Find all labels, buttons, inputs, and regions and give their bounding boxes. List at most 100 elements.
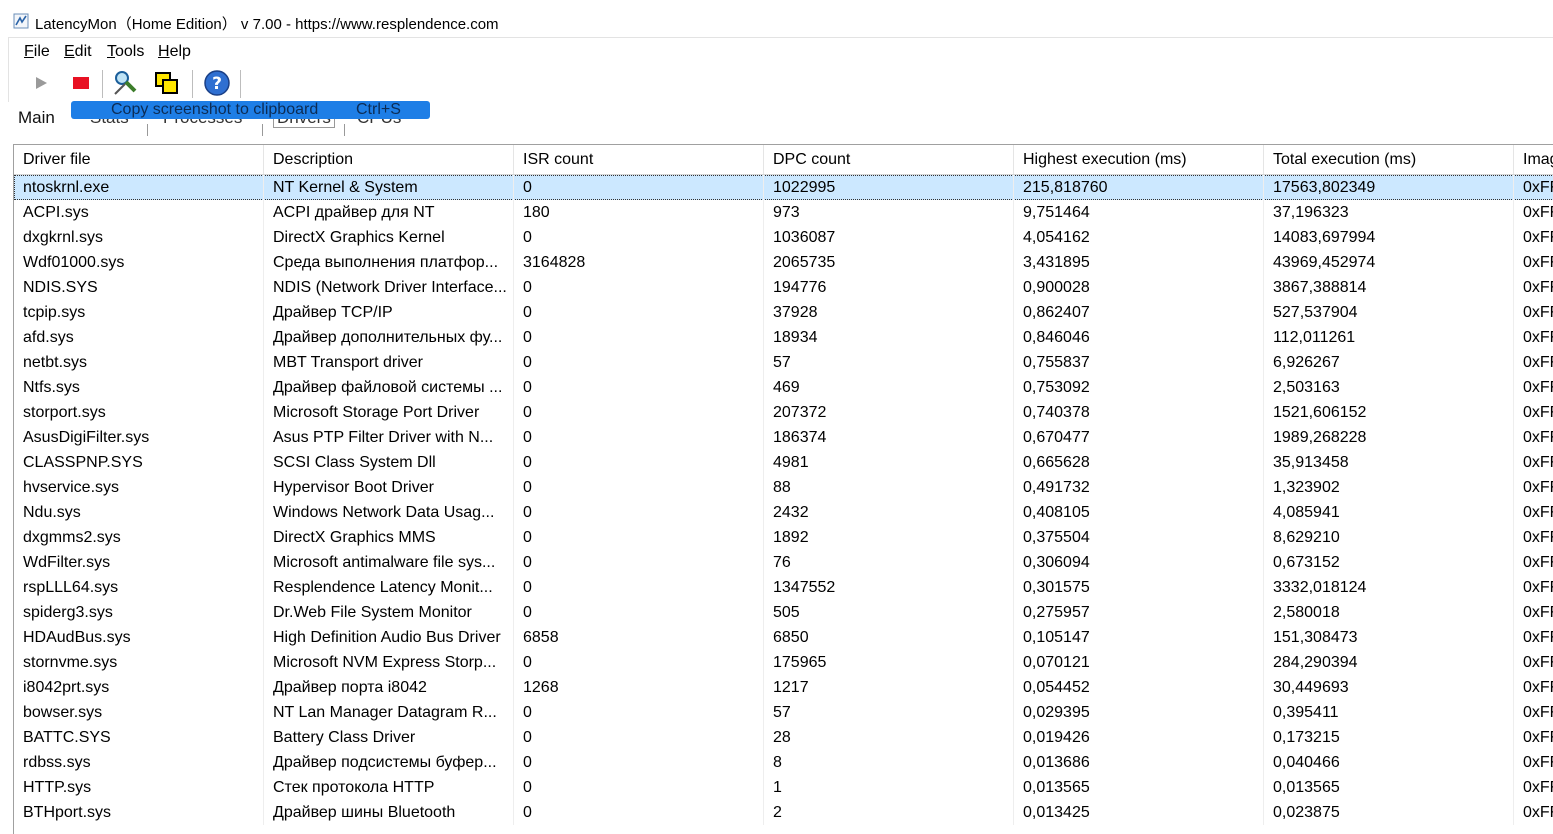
menu-edit[interactable]: Edit xyxy=(64,43,92,61)
table-row[interactable]: stornvme.sys Microsoft NVM Express Storp.… xyxy=(14,650,1553,675)
copy-windows-icon xyxy=(154,70,180,101)
dpc-count-cell: 194776 xyxy=(764,275,1014,300)
description-cell: High Definition Audio Bus Driver xyxy=(264,625,514,650)
col-dpc-count-header[interactable]: DPC count xyxy=(764,145,1014,174)
menu-file[interactable]: File xyxy=(24,43,50,61)
dpc-count-cell: 28 xyxy=(764,725,1014,750)
table-row[interactable]: i8042prt.sys Драйвер порта i8042 1268 1217 0… xyxy=(14,675,1553,700)
copy-screenshot-button[interactable] xyxy=(154,72,180,98)
table-row[interactable]: afd.sys Драйвер дополнительных фу... 0 1893… xyxy=(14,325,1553,350)
image-cell: 0xFF xyxy=(1514,750,1553,775)
copy-screenshot-popup-item[interactable]: Copy screenshot to clipboard Ctrl+S xyxy=(71,101,430,119)
image-cell: 0xFF xyxy=(1514,650,1553,675)
dpc-count-cell: 4981 xyxy=(764,450,1014,475)
table-row[interactable]: rdbss.sys Драйвер подсистемы буфер... 0 8 0,… xyxy=(14,750,1553,775)
table-row[interactable]: WdFilter.sys Microsoft antimalware file s… xyxy=(14,550,1553,575)
menu-help[interactable]: Help xyxy=(158,43,191,61)
image-cell: 0xFF xyxy=(1514,275,1553,300)
driver-file-cell: storport.sys xyxy=(14,400,264,425)
table-row[interactable]: CLASSPNP.SYS SCSI Class System Dll 0 4981 0,… xyxy=(14,450,1553,475)
tab-divider xyxy=(147,124,148,136)
description-cell: Драйвер файловой системы ... xyxy=(264,375,514,400)
tab-divider xyxy=(262,124,263,136)
dpc-count-cell: 207372 xyxy=(764,400,1014,425)
isr-count-cell: 0 xyxy=(514,800,764,825)
table-row[interactable]: Wdf01000.sys Среда выполнения платфор... 3… xyxy=(14,250,1553,275)
stop-button[interactable] xyxy=(68,72,94,98)
popup-label: Copy screenshot to clipboard xyxy=(111,101,318,119)
table-row[interactable]: HDAudBus.sys High Definition Audio Bus Dr… xyxy=(14,625,1553,650)
highest-execution-cell: 0,013686 xyxy=(1014,750,1264,775)
table-row[interactable]: NDIS.SYS NDIS (Network Driver Interface..… xyxy=(14,275,1553,300)
drivers-table[interactable]: Driver file Description ISR count DPC count… xyxy=(13,144,1553,834)
table-row[interactable]: Ntfs.sys Драйвер файловой системы ... 0 469… xyxy=(14,375,1553,400)
driver-file-cell: stornvme.sys xyxy=(14,650,264,675)
help-button[interactable]: ? xyxy=(204,72,230,98)
description-cell: Драйвер подсистемы буфер... xyxy=(264,750,514,775)
col-driver-file-header[interactable]: Driver file xyxy=(14,145,264,174)
description-cell: NDIS (Network Driver Interface... xyxy=(264,275,514,300)
highest-execution-cell: 0,755837 xyxy=(1014,350,1264,375)
table-row[interactable]: dxgmms2.sys DirectX Graphics MMS 0 1892 0,37… xyxy=(14,525,1553,550)
table-row[interactable]: HTTP.sys Стек протокола HTTP 0 1 0,013565 0,0… xyxy=(14,775,1553,800)
table-row[interactable]: tcpip.sys Драйвер TCP/IP 0 37928 0,862407 527… xyxy=(14,300,1553,325)
dpc-count-cell: 1022995 xyxy=(764,175,1014,200)
description-cell: Windows Network Data Usag... xyxy=(264,500,514,525)
highest-execution-cell: 0,105147 xyxy=(1014,625,1264,650)
image-cell: 0xFF xyxy=(1514,500,1553,525)
table-row[interactable]: AsusDigiFilter.sys Asus PTP Filter Driver… xyxy=(14,425,1553,450)
driver-file-cell: NDIS.SYS xyxy=(14,275,264,300)
help-question-icon: ? xyxy=(204,70,230,101)
table-row[interactable]: BATTC.SYS Battery Class Driver 0 28 0,019426… xyxy=(14,725,1553,750)
highest-execution-cell: 0,013565 xyxy=(1014,775,1264,800)
driver-file-cell: CLASSPNP.SYS xyxy=(14,450,264,475)
driver-file-cell: BATTC.SYS xyxy=(14,725,264,750)
isr-count-cell: 0 xyxy=(514,550,764,575)
image-cell: 0xFF xyxy=(1514,375,1553,400)
highest-execution-cell: 3,431895 xyxy=(1014,250,1264,275)
table-row[interactable]: ACPI.sys ACPI драйвер для NT 180 973 9,75146… xyxy=(14,200,1553,225)
image-cell: 0xFF xyxy=(1514,800,1553,825)
dpc-count-cell: 2065735 xyxy=(764,250,1014,275)
highest-execution-cell: 0,665628 xyxy=(1014,450,1264,475)
highest-execution-cell: 0,375504 xyxy=(1014,525,1264,550)
col-description-header[interactable]: Description xyxy=(264,145,514,174)
col-total-execution-header[interactable]: Total execution (ms) xyxy=(1264,145,1514,174)
highest-execution-cell: 4,054162 xyxy=(1014,225,1264,250)
table-row[interactable]: spiderg3.sys Dr.Web File System Monitor 0 5… xyxy=(14,600,1553,625)
col-image-header[interactable]: Image xyxy=(1514,145,1553,174)
tools-button[interactable] xyxy=(113,72,139,98)
total-execution-cell: 14083,697994 xyxy=(1264,225,1514,250)
col-isr-count-header[interactable]: ISR count xyxy=(514,145,764,174)
dpc-count-cell: 973 xyxy=(764,200,1014,225)
window-title: LatencyMon（Home Edition） v 7.00 - https:… xyxy=(35,13,499,34)
image-cell: 0xFF xyxy=(1514,250,1553,275)
tab-main[interactable]: Main xyxy=(18,108,55,128)
image-cell: 0xFF xyxy=(1514,700,1553,725)
menu-tools[interactable]: Tools xyxy=(107,43,144,61)
table-row[interactable]: hvservice.sys Hypervisor Boot Driver 0 88 0,… xyxy=(14,475,1553,500)
driver-file-cell: afd.sys xyxy=(14,325,264,350)
start-button[interactable] xyxy=(28,72,54,98)
table-row[interactable]: storport.sys Microsoft Storage Port Drive… xyxy=(14,400,1553,425)
table-row[interactable]: Ndu.sys Windows Network Data Usag... 0 2432… xyxy=(14,500,1553,525)
table-row[interactable]: BTHport.sys Драйвер шины Bluetooth 0 2 0,013… xyxy=(14,800,1553,825)
table-row[interactable]: netbt.sys MBT Transport driver 0 57 0,755837… xyxy=(14,350,1553,375)
total-execution-cell: 35,913458 xyxy=(1264,450,1514,475)
image-cell: 0xFF xyxy=(1514,625,1553,650)
table-row[interactable]: dxgkrnl.sys DirectX Graphics Kernel 0 10360… xyxy=(14,225,1553,250)
highest-execution-cell: 0,753092 xyxy=(1014,375,1264,400)
isr-count-cell: 0 xyxy=(514,425,764,450)
highest-execution-cell: 0,740378 xyxy=(1014,400,1264,425)
description-cell: NT Kernel & System xyxy=(264,175,514,200)
table-row[interactable]: rspLLL64.sys Resplendence Latency Monit..… xyxy=(14,575,1553,600)
highest-execution-cell: 0,670477 xyxy=(1014,425,1264,450)
dpc-count-cell: 88 xyxy=(764,475,1014,500)
total-execution-cell: 0,673152 xyxy=(1264,550,1514,575)
description-cell: NT Lan Manager Datagram R... xyxy=(264,700,514,725)
table-row[interactable]: bowser.sys NT Lan Manager Datagram R... 0 5… xyxy=(14,700,1553,725)
tab-divider xyxy=(344,124,345,136)
col-highest-execution-header[interactable]: Highest execution (ms) xyxy=(1014,145,1264,174)
description-cell: Драйвер дополнительных фу... xyxy=(264,325,514,350)
table-row[interactable]: ntoskrnl.exe NT Kernel & System 0 1022995 21… xyxy=(14,175,1553,200)
